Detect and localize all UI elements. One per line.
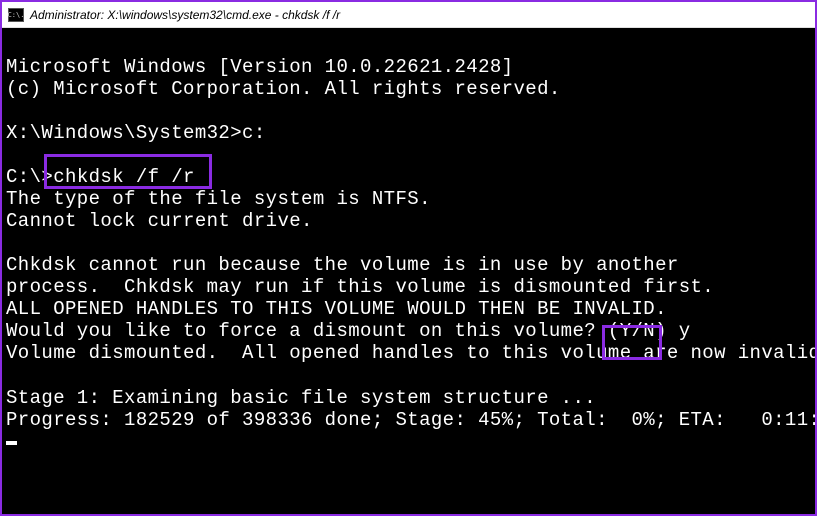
user-command: chkdsk /f /r bbox=[53, 166, 195, 188]
console-area[interactable]: Microsoft Windows [Version 10.0.22621.24… bbox=[2, 28, 815, 514]
console-line: process. Chkdsk may run if this volume i… bbox=[6, 276, 714, 298]
console-progress-line: Progress: 182529 of 398336 done; Stage: … bbox=[6, 409, 815, 431]
console-prompt-line: Would you like to force a dismount on th… bbox=[6, 320, 691, 342]
console-line: ALL OPENED HANDLES TO THIS VOLUME WOULD … bbox=[6, 298, 667, 320]
user-input: y bbox=[679, 320, 691, 342]
console-line: Stage 1: Examining basic file system str… bbox=[6, 387, 596, 409]
console-prompt-line: C:\>chkdsk /f /r bbox=[6, 166, 195, 188]
console-line: Cannot lock current drive. bbox=[6, 210, 313, 232]
window-title: Administrator: X:\windows\system32\cmd.e… bbox=[30, 8, 340, 22]
prompt: C:\> bbox=[6, 166, 53, 188]
console-prompt-line: X:\Windows\System32>c: bbox=[6, 122, 266, 144]
cmd-window: C:\. Administrator: X:\windows\system32\… bbox=[2, 2, 815, 514]
question-text: Would you like to force a dismount on th… bbox=[6, 320, 679, 342]
console-line: The type of the file system is NTFS. bbox=[6, 188, 431, 210]
console-line: Chkdsk cannot run because the volume is … bbox=[6, 254, 679, 276]
text-cursor bbox=[6, 441, 17, 445]
window-titlebar[interactable]: C:\. Administrator: X:\windows\system32\… bbox=[2, 2, 815, 28]
console-line: Volume dismounted. All opened handles to… bbox=[6, 342, 815, 364]
console-line: Microsoft Windows [Version 10.0.22621.24… bbox=[6, 56, 513, 78]
console-line: (c) Microsoft Corporation. All rights re… bbox=[6, 78, 561, 100]
cmd-icon: C:\. bbox=[8, 8, 24, 22]
